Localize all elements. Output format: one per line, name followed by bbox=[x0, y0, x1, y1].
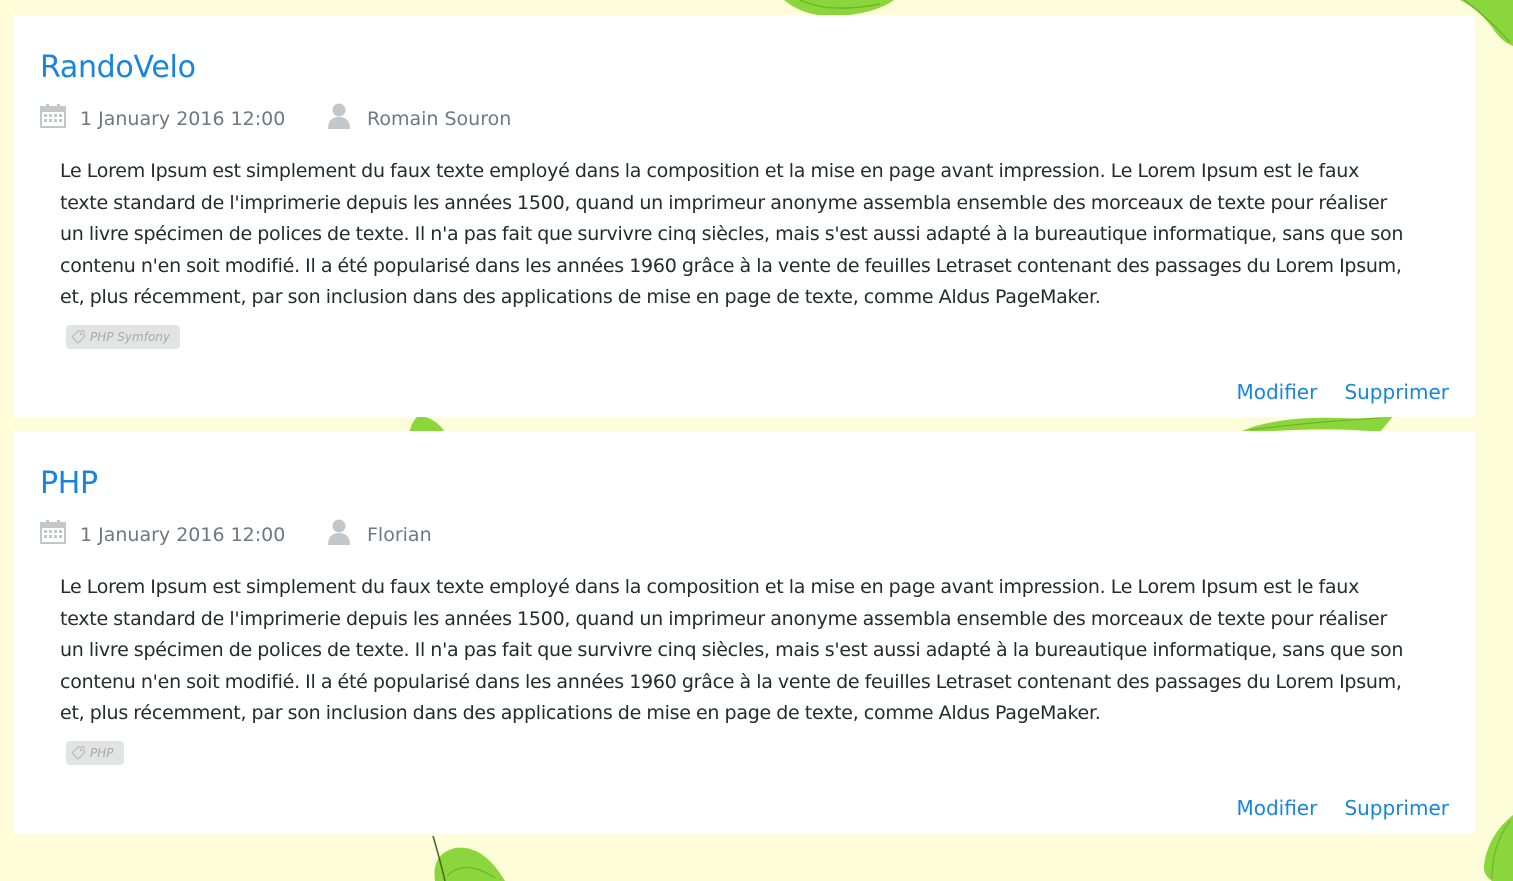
post-body: Le Lorem Ipsum est simplement du faux te… bbox=[60, 576, 1404, 724]
leaf-decoration bbox=[432, 836, 505, 881]
post-tag-label: PHP bbox=[90, 746, 114, 760]
post-actions: Modifier Supprimer bbox=[1214, 793, 1449, 823]
post-tag[interactable]: PHP Symfony bbox=[66, 325, 180, 349]
edit-link[interactable]: Modifier bbox=[1236, 380, 1317, 404]
post-tag-label: PHP Symfony bbox=[90, 330, 170, 344]
post-card: RandoVelo 1 January 2016 12:00 Romain So… bbox=[14, 15, 1475, 417]
post-author-name[interactable]: Romain Souron bbox=[367, 104, 511, 134]
leaf-decoration bbox=[1483, 815, 1513, 881]
post-author-name[interactable]: Florian bbox=[367, 520, 432, 550]
calendar-icon bbox=[40, 104, 66, 128]
tag-icon bbox=[71, 330, 85, 344]
user-icon bbox=[328, 519, 350, 545]
post-tag[interactable]: PHP bbox=[66, 741, 124, 765]
post-date-text: 1 January 2016 12:00 bbox=[80, 108, 286, 130]
user-icon bbox=[328, 103, 350, 129]
post-date-text: 1 January 2016 12:00 bbox=[80, 524, 286, 546]
delete-link[interactable]: Supprimer bbox=[1344, 380, 1449, 404]
post-actions: Modifier Supprimer bbox=[1214, 377, 1449, 407]
post-title[interactable]: RandoVelo bbox=[40, 48, 196, 88]
post-title[interactable]: PHP bbox=[40, 464, 98, 504]
calendar-icon bbox=[40, 520, 66, 544]
tag-icon bbox=[71, 746, 85, 760]
post-card: PHP 1 January 2016 12:00 Florian Le Lore… bbox=[14, 431, 1475, 833]
edit-link[interactable]: Modifier bbox=[1236, 796, 1317, 820]
post-body: Le Lorem Ipsum est simplement du faux te… bbox=[60, 160, 1404, 308]
delete-link[interactable]: Supprimer bbox=[1344, 796, 1449, 820]
